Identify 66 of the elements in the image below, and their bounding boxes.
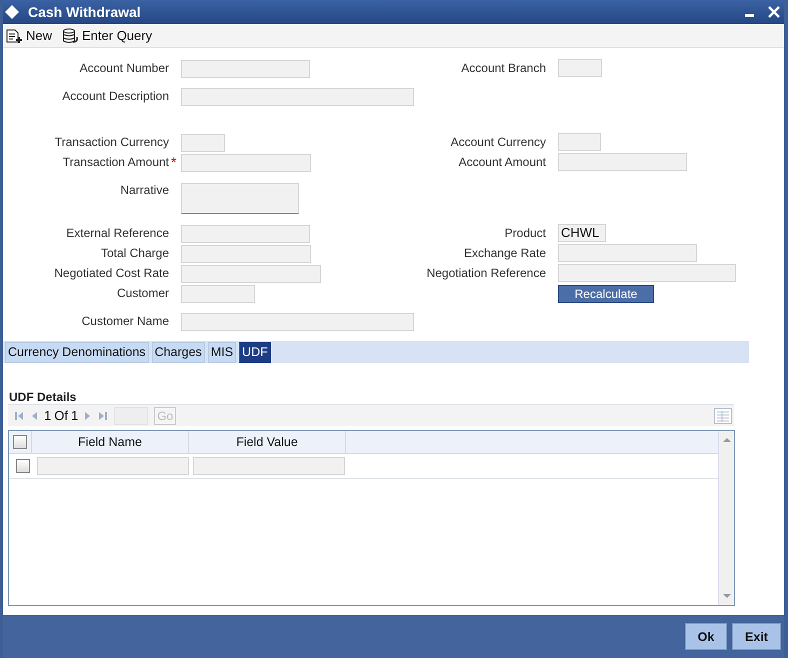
input-field[interactable] xyxy=(558,59,602,77)
select-all-checkbox[interactable] xyxy=(13,435,27,449)
field-label: Account Currency xyxy=(450,134,546,151)
scroll-up-icon[interactable] xyxy=(722,437,730,443)
columns-icon[interactable] xyxy=(714,408,732,424)
field-label: Account Amount xyxy=(458,154,546,171)
field-label: Account Branch xyxy=(460,60,546,77)
input-field[interactable] xyxy=(37,457,189,475)
window-title: Cash Withdrawal xyxy=(28,4,141,20)
field-label: Total Charge xyxy=(100,245,169,262)
input-field[interactable] xyxy=(181,224,310,242)
column-header: Field Name xyxy=(32,431,189,453)
page-total: 1 xyxy=(70,408,78,423)
input-field[interactable] xyxy=(558,264,736,282)
last-page-icon[interactable] xyxy=(98,410,108,420)
input-field[interactable] xyxy=(558,244,697,262)
input-field[interactable]: CHWL xyxy=(558,224,606,242)
field-label: Customer xyxy=(116,285,169,302)
new-document-icon xyxy=(6,28,24,44)
input-field[interactable] xyxy=(181,312,414,330)
input-field[interactable] xyxy=(181,244,311,262)
page-of: Of xyxy=(54,408,68,423)
recalculate-button[interactable]: Recalculate xyxy=(558,285,654,303)
row-checkbox[interactable] xyxy=(16,459,30,473)
database-icon xyxy=(62,28,80,44)
field-label: Customer Name xyxy=(80,313,169,330)
narrative-field[interactable] xyxy=(181,183,299,214)
field-label: Narrative xyxy=(119,182,169,198)
field-label: Account Description xyxy=(61,88,169,105)
field-label: Transaction Currency xyxy=(54,134,169,151)
input-field[interactable] xyxy=(181,154,311,172)
input-field[interactable] xyxy=(558,133,601,151)
new-button[interactable]: New xyxy=(4,28,54,44)
input-field[interactable] xyxy=(193,457,345,475)
column-header: Field Value xyxy=(189,431,346,453)
tab[interactable]: MIS xyxy=(208,342,236,362)
required-mark: * xyxy=(170,153,178,172)
input-field[interactable] xyxy=(558,153,687,171)
tab[interactable]: Currency Denominations xyxy=(5,342,149,362)
scrollbar[interactable] xyxy=(718,431,734,605)
field-label: Negotiation Reference xyxy=(426,265,546,282)
input-field[interactable] xyxy=(181,264,321,282)
field-label: Account Number xyxy=(78,60,169,77)
field-label: Product xyxy=(504,225,546,242)
field-label: External Reference xyxy=(65,225,169,242)
field-label: Exchange Rate xyxy=(462,245,546,262)
close-icon[interactable] xyxy=(768,6,780,18)
input-field[interactable] xyxy=(181,284,255,302)
previous-page-icon[interactable] xyxy=(30,410,38,420)
input-field[interactable] xyxy=(181,134,225,152)
field-label: Negotiated Cost Rate xyxy=(53,265,169,282)
input-field[interactable] xyxy=(181,60,310,78)
enter-query-button[interactable]: Enter Query xyxy=(60,28,154,44)
diamond-icon xyxy=(4,4,20,20)
tab[interactable]: UDF xyxy=(239,342,271,362)
tab[interactable]: Charges xyxy=(152,342,205,362)
next-page-icon[interactable] xyxy=(84,410,92,420)
input-field[interactable] xyxy=(181,88,414,106)
ok-button[interactable]: Ok xyxy=(685,623,727,650)
scroll-down-icon[interactable] xyxy=(722,593,730,599)
page-input[interactable] xyxy=(114,406,148,424)
first-page-icon[interactable] xyxy=(14,410,24,420)
exit-button[interactable]: Exit xyxy=(732,623,781,650)
section-title: UDF Details xyxy=(9,390,78,404)
field-label: Transaction Amount xyxy=(62,154,169,171)
page-number: 1 xyxy=(44,408,52,423)
